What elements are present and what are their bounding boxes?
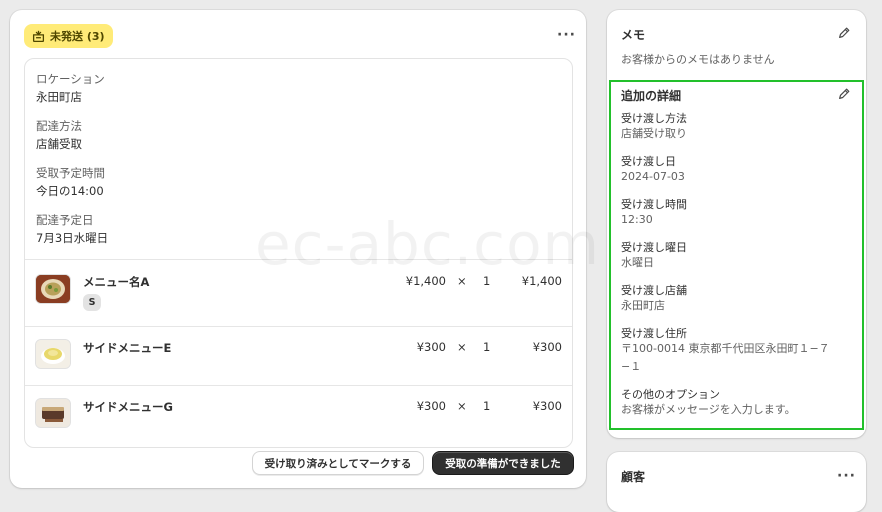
fulfillment-details: ロケーション 永田町店 配達方法 店舗受取 受取予定時間 今日の14:00 配達… (24, 58, 573, 448)
notes-card: メモ お客様からのメモはありません 追加の詳細 受け渡し方法 店舗受け取り 受け… (607, 10, 866, 438)
item-price: ¥300 (416, 340, 446, 354)
customer-more-actions-icon[interactable]: ··· (837, 469, 856, 483)
memo-empty-text: お客様からのメモはありません (621, 53, 775, 66)
item-thumbnail (35, 339, 71, 369)
item-price: ¥300 (416, 399, 446, 413)
item-total: ¥1,400 (521, 274, 562, 288)
item-name[interactable]: メニュー名A (83, 274, 149, 290)
item-name[interactable]: サイドメニューE (83, 340, 171, 356)
ready-for-pickup-button[interactable]: 受取の準備ができました (432, 451, 574, 475)
item-total: ¥300 (532, 399, 562, 413)
multiply-sign: × (457, 340, 467, 354)
edit-memo-icon[interactable] (837, 26, 851, 40)
line-item[interactable]: サイドメニューG ¥300 × 1 ¥300 (25, 386, 572, 444)
pickup-time-value: 今日の14:00 (36, 184, 104, 198)
item-total: ¥300 (532, 340, 562, 354)
mark-as-picked-up-button[interactable]: 受け取り済みとしてマークする (252, 451, 424, 475)
item-quantity: 1 (483, 274, 491, 288)
delivery-store-label: 受け渡し店舗 (621, 284, 687, 297)
delivery-address-value: 〒100-0014 東京都千代田区永田町１−７−１ (621, 342, 830, 373)
item-thumbnail (35, 398, 71, 428)
item-quantity: 1 (483, 399, 491, 413)
item-name[interactable]: サイドメニューG (83, 399, 173, 415)
delivery-weekday-value: 水曜日 (621, 256, 654, 269)
additional-details-section: 追加の詳細 受け渡し方法 店舗受け取り 受け渡し日 2024-07-03 受け渡… (609, 80, 864, 430)
item-quantity: 1 (483, 340, 491, 354)
delivery-method-label: 受け渡し方法 (621, 112, 687, 125)
delivery-store-value: 永田町店 (621, 299, 665, 312)
location-value: 永田町店 (36, 90, 82, 104)
line-item[interactable]: サイドメニューE ¥300 × 1 ¥300 (25, 327, 572, 385)
multiply-sign: × (457, 274, 467, 288)
other-options-value: お客様がメッセージを入力します。 (621, 403, 796, 416)
delivery-method-value: 店舗受け取り (621, 127, 687, 140)
customer-title: 顧客 (621, 470, 646, 484)
other-options-label: その他のオプション (621, 388, 720, 401)
memo-title: メモ (621, 28, 646, 42)
item-thumbnail (35, 274, 71, 304)
item-price: ¥1,400 (405, 274, 446, 288)
delivery-method-label: 配達方法 (36, 119, 82, 133)
pickup-time-label: 受取予定時間 (36, 166, 105, 180)
customer-card: 顧客 ··· (607, 452, 866, 512)
edit-details-icon[interactable] (837, 87, 851, 101)
line-item[interactable]: メニュー名A S ¥1,400 × 1 ¥1,400 (25, 260, 572, 318)
delivery-address-label: 受け渡し住所 (621, 327, 687, 340)
delivery-date-label: 受け渡し日 (621, 155, 676, 168)
delivery-method-value: 店舗受取 (36, 137, 82, 151)
delivery-time-label: 受け渡し時間 (621, 198, 687, 211)
unfulfilled-badge: 未発送 (3) (24, 24, 113, 48)
more-actions-icon[interactable]: ··· (557, 28, 576, 42)
delivery-date-label: 配達予定日 (36, 213, 94, 227)
delivery-date-value: 7月3日水曜日 (36, 231, 109, 245)
delivery-time-value: 12:30 (621, 213, 653, 226)
badge-label: 未発送 (3) (50, 30, 105, 43)
multiply-sign: × (457, 399, 467, 413)
additional-details-title: 追加の詳細 (621, 89, 682, 103)
delivery-date-value: 2024-07-03 (621, 170, 685, 183)
package-icon (32, 30, 45, 42)
location-label: ロケーション (36, 72, 105, 86)
variant-chip: S (83, 294, 101, 311)
fulfillment-card: 未発送 (3) ··· ロケーション 永田町店 配達方法 店舗受取 受取予定時間… (10, 10, 586, 488)
delivery-weekday-label: 受け渡し曜日 (621, 241, 687, 254)
